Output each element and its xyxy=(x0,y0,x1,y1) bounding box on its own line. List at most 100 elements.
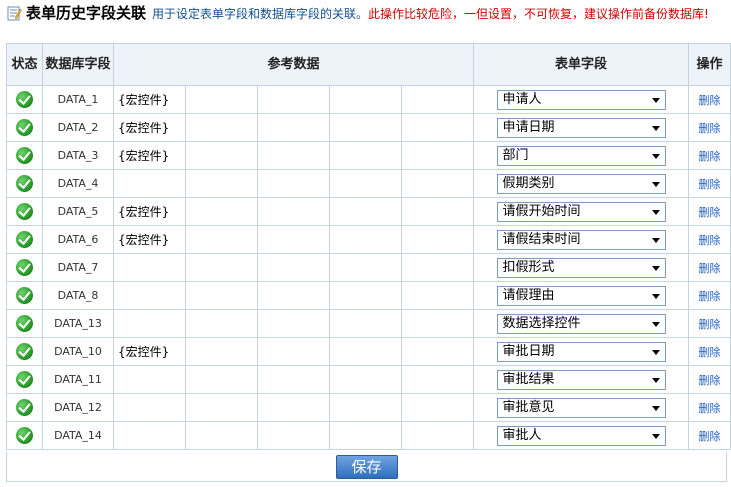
status-cell xyxy=(6,421,43,450)
delete-link[interactable]: 删除 xyxy=(699,290,721,303)
action-cell: 删除 xyxy=(688,421,731,450)
check-circle-icon xyxy=(16,91,33,108)
delete-link[interactable]: 删除 xyxy=(699,150,721,163)
form-field-select[interactable]: 审批人 xyxy=(496,425,666,446)
action-cell: 删除 xyxy=(688,169,731,198)
db-field-cell: DATA_5 xyxy=(42,197,114,226)
delete-link[interactable]: 删除 xyxy=(699,178,721,191)
form-field-select[interactable]: 请假理由 xyxy=(496,285,666,306)
table-row: DATA_12 审批意见 删除 xyxy=(6,393,731,422)
warning-text: 此操作比较危险，一但设置，不可恢复，建议操作前备份数据库! xyxy=(368,7,709,21)
check-circle-icon xyxy=(16,371,33,388)
reference-cell: {宏控件} xyxy=(113,141,186,170)
action-cell: 删除 xyxy=(688,85,731,114)
form-field-select[interactable]: 审批结果 xyxy=(496,369,666,390)
form-field-select-value: 假期类别 xyxy=(502,175,555,191)
form-field-cell: 审批意见 xyxy=(473,393,690,422)
action-cell: 删除 xyxy=(688,309,731,338)
db-field-cell: DATA_11 xyxy=(42,365,114,394)
reference-cell-empty xyxy=(185,421,258,450)
chevron-down-icon xyxy=(651,97,660,103)
delete-link[interactable]: 删除 xyxy=(699,318,721,331)
db-field-cell: DATA_12 xyxy=(42,393,114,422)
reference-cell-empty xyxy=(400,281,475,310)
form-field-select[interactable]: 审批意见 xyxy=(496,397,666,418)
delete-link[interactable]: 删除 xyxy=(699,430,721,443)
reference-cell-empty xyxy=(257,309,330,338)
form-field-select[interactable]: 数据选择控件 xyxy=(496,313,666,334)
reference-cell-empty xyxy=(185,197,258,226)
reference-cell: {宏控件} xyxy=(113,337,186,366)
form-field-cell: 审批日期 xyxy=(473,337,690,366)
delete-link[interactable]: 删除 xyxy=(699,234,721,247)
page-description: 用于设定表单字段和数据库字段的关联。 xyxy=(152,7,369,21)
col-db-field-header: 数据库字段 xyxy=(42,43,114,86)
delete-link[interactable]: 删除 xyxy=(699,346,721,359)
form-field-cell: 审批人 xyxy=(473,421,690,450)
form-field-select-value: 扣假形式 xyxy=(502,259,555,275)
form-field-select[interactable]: 审批日期 xyxy=(496,341,666,362)
reference-cell-empty xyxy=(185,393,258,422)
reference-cell-empty xyxy=(185,169,258,198)
reference-cell-empty xyxy=(400,85,475,114)
status-cell xyxy=(6,253,43,282)
check-circle-icon xyxy=(16,427,33,444)
delete-link[interactable]: 删除 xyxy=(699,374,721,387)
delete-link[interactable]: 删除 xyxy=(699,94,721,107)
form-field-select[interactable]: 部门 xyxy=(496,145,666,166)
delete-link[interactable]: 删除 xyxy=(699,122,721,135)
form-field-select[interactable]: 申请人 xyxy=(496,89,666,110)
reference-cell-empty xyxy=(185,253,258,282)
form-field-cell: 申请人 xyxy=(473,85,690,114)
check-circle-icon xyxy=(16,399,33,416)
form-field-cell: 请假理由 xyxy=(473,281,690,310)
table-row: DATA_10 {宏控件} 审批日期 删除 xyxy=(6,337,731,366)
table-row: DATA_8 请假理由 删除 xyxy=(6,281,731,310)
save-button[interactable]: 保存 xyxy=(335,455,398,479)
reference-cell-empty xyxy=(400,225,475,254)
action-cell: 删除 xyxy=(688,281,731,310)
form-field-select[interactable]: 扣假形式 xyxy=(496,257,666,278)
status-cell xyxy=(6,309,43,338)
chevron-down-icon xyxy=(651,293,660,299)
chevron-down-icon xyxy=(651,125,660,131)
reference-cell-empty xyxy=(257,85,330,114)
reference-cell-empty xyxy=(400,169,475,198)
col-action-header: 操作 xyxy=(688,43,731,86)
table-row: DATA_2 {宏控件} 申请日期 删除 xyxy=(6,113,731,142)
reference-cell-empty xyxy=(185,337,258,366)
action-cell: 删除 xyxy=(688,365,731,394)
delete-link[interactable]: 删除 xyxy=(699,206,721,219)
form-field-select-value: 审批结果 xyxy=(502,371,555,387)
chevron-down-icon xyxy=(651,433,660,439)
form-field-select-value: 数据选择控件 xyxy=(502,315,581,331)
reference-cell-empty xyxy=(257,169,330,198)
check-circle-icon xyxy=(16,343,33,360)
form-field-select-value: 申请人 xyxy=(502,91,542,107)
chevron-down-icon xyxy=(651,181,660,187)
status-cell xyxy=(6,281,43,310)
reference-cell-empty xyxy=(185,113,258,142)
chevron-down-icon xyxy=(651,405,660,411)
delete-link[interactable]: 删除 xyxy=(699,262,721,275)
form-field-select[interactable]: 请假开始时间 xyxy=(496,201,666,222)
action-cell: 删除 xyxy=(688,337,731,366)
form-field-cell: 数据选择控件 xyxy=(473,309,690,338)
footer-bar: 保存 xyxy=(6,452,727,482)
form-field-cell: 申请日期 xyxy=(473,113,690,142)
reference-cell-empty xyxy=(329,281,402,310)
reference-cell xyxy=(113,421,186,450)
edit-form-icon xyxy=(7,6,22,21)
status-cell xyxy=(6,169,43,198)
form-field-cell: 假期类别 xyxy=(473,169,690,198)
delete-link[interactable]: 删除 xyxy=(699,402,721,415)
form-field-select-value: 请假结束时间 xyxy=(502,231,581,247)
form-field-select[interactable]: 请假结束时间 xyxy=(496,229,666,250)
reference-cell-empty xyxy=(329,197,402,226)
db-field-cell: DATA_7 xyxy=(42,253,114,282)
form-field-select[interactable]: 申请日期 xyxy=(496,117,666,138)
check-circle-icon xyxy=(16,119,33,136)
form-field-select[interactable]: 假期类别 xyxy=(496,173,666,194)
table-body: DATA_1 {宏控件} 申请人 删除 DATA_2 {宏控件} 申请日期 删除 DATA_3{… xyxy=(6,85,731,450)
status-cell xyxy=(6,225,43,254)
